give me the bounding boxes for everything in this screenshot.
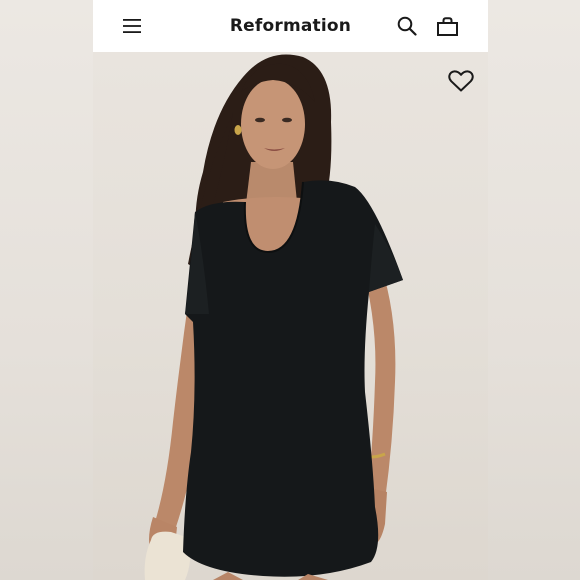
background-right bbox=[488, 0, 580, 580]
search-icon bbox=[397, 16, 417, 36]
background-left bbox=[0, 0, 93, 580]
phone-screen: Reformation bbox=[93, 0, 488, 580]
heart-outline-icon bbox=[448, 70, 474, 92]
bag-button[interactable] bbox=[437, 16, 458, 36]
product-photo[interactable] bbox=[93, 52, 488, 580]
hamburger-menu-icon bbox=[123, 19, 141, 33]
favorite-button[interactable] bbox=[448, 70, 474, 97]
search-button[interactable] bbox=[397, 16, 417, 36]
menu-button[interactable] bbox=[123, 18, 141, 34]
top-nav-bar: Reformation bbox=[93, 0, 488, 52]
header-actions bbox=[397, 16, 458, 36]
model-illustration bbox=[144, 54, 403, 580]
shopping-bag-icon bbox=[437, 16, 458, 36]
